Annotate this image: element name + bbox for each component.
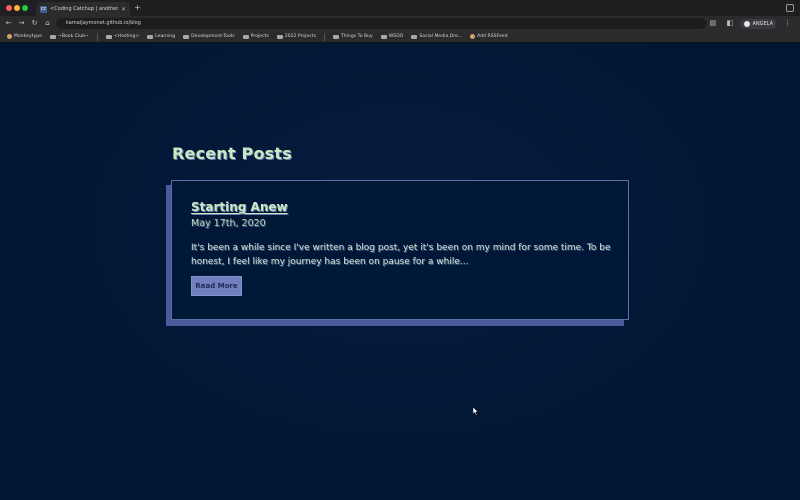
folder-icon <box>105 34 112 39</box>
kebab-menu-icon[interactable]: ⋮ <box>781 16 794 31</box>
bookmark-item[interactable]: Development-Tools <box>180 32 237 42</box>
back-arrow-icon[interactable]: ← <box>2 16 15 31</box>
bookmark-dot-icon <box>7 34 12 39</box>
bookmark-item[interactable]: ~Book Club~ <box>47 32 92 42</box>
bookmark-label: <Hosting> <box>113 34 140 39</box>
blog-page: Recent Posts Starting Anew May 17th, 202… <box>0 43 800 500</box>
browser-tab-active[interactable]: cc <Coding Catchup | another coder... ✕ <box>36 2 130 16</box>
bookmark-label: Monkeytype <box>14 34 42 39</box>
bookmark-item[interactable]: <Hosting> <box>103 32 142 42</box>
bookmark-label: ~Book Club~ <box>58 34 89 39</box>
bookmark-separator <box>324 32 325 41</box>
folder-icon <box>380 34 387 39</box>
folder-icon <box>333 34 339 39</box>
bookmark-dot-icon <box>470 34 476 39</box>
folder-icon <box>411 34 418 39</box>
tab-favicon-icon: cc <box>40 5 47 13</box>
bookmark-separator <box>96 32 98 41</box>
browser-chrome: cc <Coding Catchup | another coder... ✕ … <box>0 0 800 43</box>
address-bar[interactable]: kamaljaymonet.github.io/blog <box>56 18 706 29</box>
post-title-link[interactable]: Starting Anew <box>191 200 288 214</box>
folder-icon <box>242 34 249 39</box>
close-window-button[interactable] <box>6 5 12 11</box>
fullscreen-window-button[interactable] <box>22 5 28 11</box>
bookmark-item[interactable]: Monkeytype <box>4 32 45 42</box>
bookmark-label: Projects <box>250 34 269 39</box>
folder-icon <box>147 34 154 39</box>
bookmark-item[interactable]: Things To Buy <box>330 32 376 42</box>
bookmark-label: Things To Buy <box>341 34 373 39</box>
new-tab-button[interactable]: + <box>134 3 141 13</box>
reading-list-icon[interactable]: ◧ <box>723 16 736 31</box>
home-icon[interactable]: ⌂ <box>41 16 54 31</box>
bookmarks-bar: Monkeytype ~Book Club~ <Hosting> Learnin… <box>0 31 800 43</box>
extensions-icon[interactable]: ▤ <box>706 16 719 31</box>
post-excerpt: It's been a while since I've written a b… <box>191 243 611 267</box>
forward-arrow-icon[interactable]: → <box>15 16 28 31</box>
avatar <box>744 20 751 27</box>
post-card: Starting Anew May 17th, 2020 It's been a… <box>171 180 629 320</box>
profile-button[interactable]: ANGELA <box>740 18 777 29</box>
mouse-cursor-icon <box>473 407 479 416</box>
folder-icon <box>183 34 190 39</box>
bookmark-item[interactable]: Social Media,Dro... <box>408 32 465 42</box>
browser-toolbar: ← → ↻ ⌂ kamaljaymonet.github.io/blog ▤ ◧… <box>0 16 800 31</box>
reload-icon[interactable]: ↻ <box>28 16 41 31</box>
bookmark-item[interactable]: Add RSSFeed <box>467 32 510 42</box>
bookmark-label: WSDO <box>388 34 404 39</box>
bookmark-label: Social Media,Dro... <box>419 34 463 39</box>
toolbar-right: ▤ ◧ ANGELA ⋮ <box>704 16 794 31</box>
post-date: May 17th, 2020 <box>191 218 266 229</box>
bookmark-item[interactable]: WSDO <box>378 32 407 42</box>
bookmark-item[interactable]: 2022 Projects <box>274 32 319 42</box>
bookmark-item[interactable]: Projects <box>240 32 272 42</box>
bookmark-label: Learning <box>155 34 176 39</box>
bookmark-label: Development-Tools <box>191 34 235 39</box>
section-heading: Recent Posts <box>172 144 292 163</box>
folder-icon <box>276 34 283 39</box>
bookmark-label: 2022 Projects <box>284 34 316 39</box>
profile-label: ANGELA <box>752 20 773 27</box>
bookmark-item[interactable]: Learning <box>144 32 178 42</box>
close-icon[interactable]: ✕ <box>121 6 126 13</box>
bookmark-label: Add RSSFeed <box>477 34 508 39</box>
minimize-window-button[interactable] <box>14 5 20 11</box>
tab-title: <Coding Catchup | another coder... <box>50 6 118 12</box>
tab-bar: cc <Coding Catchup | another coder... ✕ … <box>0 0 800 16</box>
tab-search-icon[interactable] <box>786 4 794 12</box>
read-more-button[interactable]: Read More <box>191 276 242 296</box>
folder-icon <box>50 34 56 39</box>
